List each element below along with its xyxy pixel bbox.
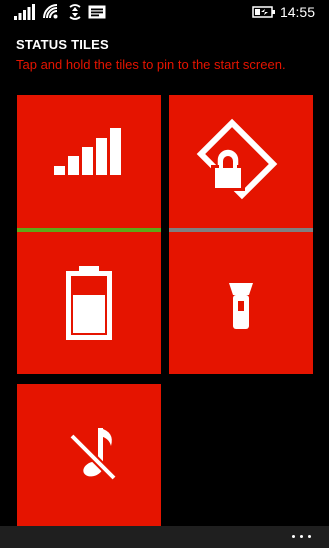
tile-flashlight[interactable] (169, 232, 313, 374)
signal-strength-icon (14, 4, 35, 20)
wifi-icon (43, 4, 58, 19)
cellular-signal-icon (54, 128, 121, 175)
data-sense-icon (69, 4, 81, 20)
status-bar: 14:55 (0, 0, 329, 28)
tile-rotation-lock[interactable] (169, 95, 313, 237)
tile-cellular-signal[interactable] (17, 95, 161, 237)
battery-charging-icon (252, 6, 275, 18)
ringer-off-icon (69, 428, 117, 481)
message-icon (88, 5, 106, 19)
page-title: STATUS TILES (16, 37, 109, 52)
tile-ringer[interactable] (17, 384, 161, 526)
more-options-button[interactable] (285, 528, 319, 544)
tile-battery[interactable] (17, 232, 161, 374)
battery-icon (66, 266, 112, 340)
flashlight-icon (229, 283, 253, 329)
clock: 14:55 (279, 4, 315, 20)
rotation-lock-icon (196, 118, 278, 200)
app-bar (0, 526, 329, 548)
page-subtitle: Tap and hold the tiles to pin to the sta… (16, 57, 286, 72)
